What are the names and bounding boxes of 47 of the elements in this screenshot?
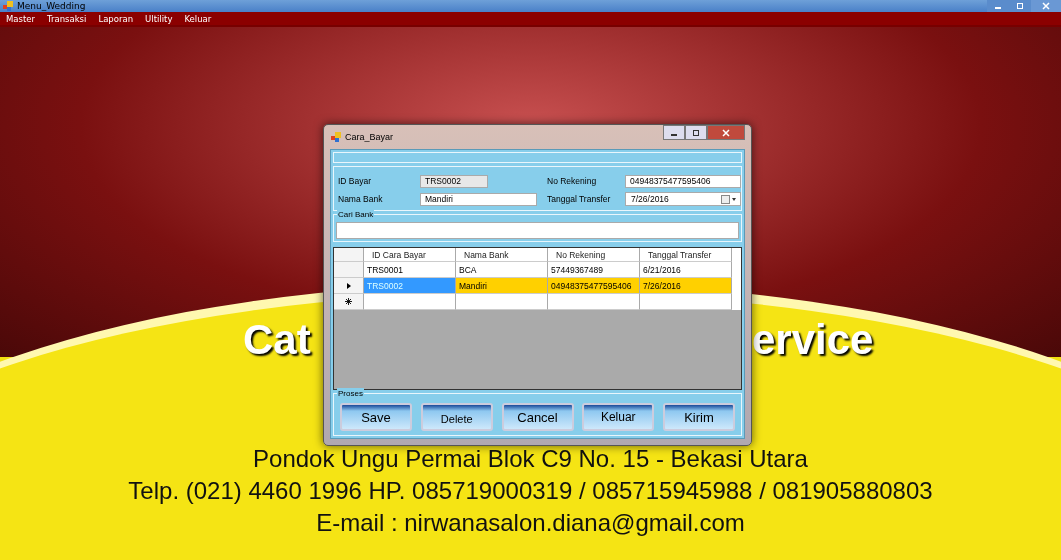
table-cell[interactable]: 7/26/2016 <box>640 278 732 294</box>
calendar-dropdown-icon <box>721 194 737 204</box>
window-title: Menu_Wedding <box>17 1 86 11</box>
menu-item[interactable]: Transaksi <box>47 13 87 24</box>
field-label: ID Bayar <box>338 176 373 186</box>
date-picker[interactable]: 7/26/2016 <box>625 192 741 206</box>
input-field[interactable]: Mandiri <box>420 192 537 206</box>
close-icon <box>722 128 730 137</box>
close-icon <box>1042 2 1050 10</box>
app-icon <box>3 1 13 11</box>
action-button[interactable]: Delete <box>420 403 493 431</box>
address-line: E-mail : nirwanasalon.diana@gmail.com <box>316 509 745 536</box>
banner-heading: ervice <box>752 319 874 361</box>
close-button[interactable] <box>707 125 745 140</box>
group-label: Cari Bank <box>337 209 375 220</box>
restore-icon <box>1016 2 1024 10</box>
row-header[interactable] <box>334 278 364 294</box>
menu-item[interactable]: Ultility <box>145 13 173 24</box>
action-button[interactable]: Keluar <box>582 403 655 431</box>
new-row-icon <box>345 298 352 305</box>
input-field[interactable]: 04948375477595406 <box>625 174 741 188</box>
close-button[interactable] <box>1031 0 1061 12</box>
current-row-icon <box>346 282 351 289</box>
dialog-title: Cara_Bayar <box>345 132 394 142</box>
menu-item[interactable]: Laporan <box>98 13 134 24</box>
table-cell[interactable]: Mandiri <box>456 278 548 294</box>
minimize-button[interactable] <box>663 125 685 140</box>
search-field[interactable] <box>336 222 739 239</box>
app-icon <box>331 132 341 142</box>
input-field[interactable]: TRS0002 <box>420 174 488 188</box>
group-label: Proses <box>337 388 364 399</box>
field-label: Nama Bank <box>338 194 384 204</box>
menu-item[interactable]: Master <box>6 13 36 24</box>
menu-item[interactable]: Keluar <box>184 13 212 24</box>
address-line: Pondok Ungu Permai Blok C9 No. 15 - Bekasi Utara <box>253 445 808 472</box>
action-button[interactable]: Cancel <box>501 403 574 431</box>
row-header[interactable] <box>334 294 364 310</box>
address-line: Telp. (021) 4460 1996 HP. 085719000319 / 085715945988 / 081905880803 <box>128 477 933 504</box>
action-button[interactable]: Kirim <box>663 403 735 431</box>
action-button[interactable]: Save <box>340 403 412 431</box>
field-label: No Rekening <box>547 176 598 186</box>
maximize-button[interactable] <box>685 125 707 140</box>
restore-button[interactable] <box>1009 0 1031 12</box>
field-label: Tanggal Transfer <box>547 194 612 204</box>
maximize-icon <box>692 128 700 137</box>
banner-heading: Cat <box>243 319 311 361</box>
table-cell[interactable]: 04948375477595406 <box>548 278 640 294</box>
